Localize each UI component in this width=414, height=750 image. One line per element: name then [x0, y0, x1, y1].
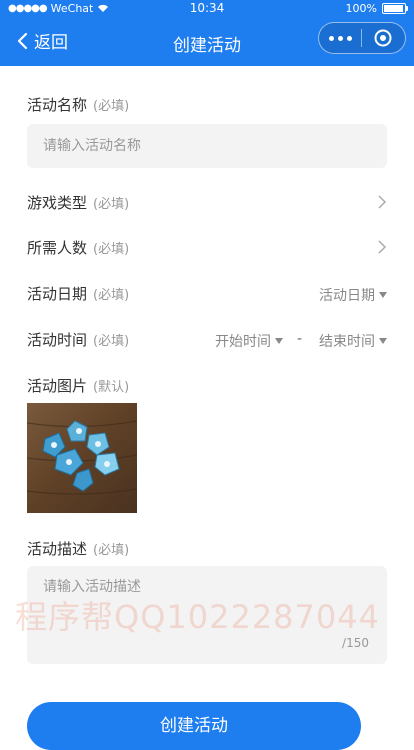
activity-image[interactable] [27, 403, 137, 513]
name-label: 活动名称 (必填) [27, 94, 129, 115]
description-box: /150 [27, 566, 389, 664]
image-label-text: 活动图片 [27, 377, 88, 395]
more-options-button[interactable] [319, 23, 361, 53]
end-time-text: 结束时间 [319, 334, 375, 350]
image-label: 活动图片 (默认) [27, 375, 129, 396]
description-input[interactable] [27, 576, 389, 636]
people-required: (必填) [93, 242, 130, 257]
dot-icon [328, 35, 334, 41]
create-activity-button[interactable]: 创建活动 [27, 702, 361, 750]
description-label: 活动描述 (必填) [27, 538, 129, 559]
game-type-row[interactable]: 游戏类型 (必填) [27, 192, 129, 213]
image-note: (默认) [93, 380, 130, 395]
char-counter: /150 [342, 636, 369, 650]
game-type-required: (必填) [93, 197, 130, 212]
game-type-label: 游戏类型 [27, 194, 88, 212]
description-required: (必填) [93, 543, 130, 558]
name-label-text: 活动名称 [27, 96, 88, 114]
name-input-box [27, 124, 389, 168]
chevron-right-icon[interactable] [377, 195, 387, 209]
description-label-text: 活动描述 [27, 540, 88, 558]
status-bar: ●●●●● WeChat 10:34 100% [0, 0, 414, 18]
close-miniprogram-button[interactable] [362, 23, 404, 53]
time-label-text: 活动时间 [27, 331, 88, 349]
time-separator: - [297, 331, 303, 347]
date-required: (必填) [93, 288, 130, 303]
target-icon [374, 29, 392, 47]
caret-down-icon [379, 292, 387, 298]
people-row[interactable]: 所需人数 (必填) [27, 237, 129, 258]
name-input[interactable] [27, 124, 389, 168]
status-right: 100% [345, 2, 408, 15]
start-time-text: 开始时间 [215, 334, 271, 350]
name-required: (必填) [93, 99, 130, 114]
dot-icon [346, 35, 352, 41]
navigation-bar: 返回 创建活动 [0, 18, 414, 66]
dot-icon [337, 35, 343, 41]
caret-down-icon [379, 338, 387, 344]
people-label: 所需人数 [27, 239, 88, 257]
caret-down-icon [275, 338, 283, 344]
time-required: (必填) [93, 334, 130, 349]
end-time-picker[interactable]: 结束时间 [319, 331, 387, 351]
start-time-picker[interactable]: 开始时间 [215, 331, 283, 351]
date-picker-text: 活动日期 [319, 288, 375, 304]
date-picker[interactable]: 活动日期 [319, 285, 387, 305]
battery-percent: 100% [345, 2, 377, 15]
dice-photo [27, 403, 137, 513]
date-label: 活动日期 (必填) [27, 283, 129, 304]
battery-icon [382, 3, 408, 14]
time-label: 活动时间 (必填) [27, 329, 129, 350]
chevron-right-icon[interactable] [377, 240, 387, 254]
menu-capsule [318, 22, 406, 54]
date-label-text: 活动日期 [27, 285, 88, 303]
top-bar: ●●●●● WeChat 10:34 100% 返回 创建活动 [0, 0, 414, 66]
